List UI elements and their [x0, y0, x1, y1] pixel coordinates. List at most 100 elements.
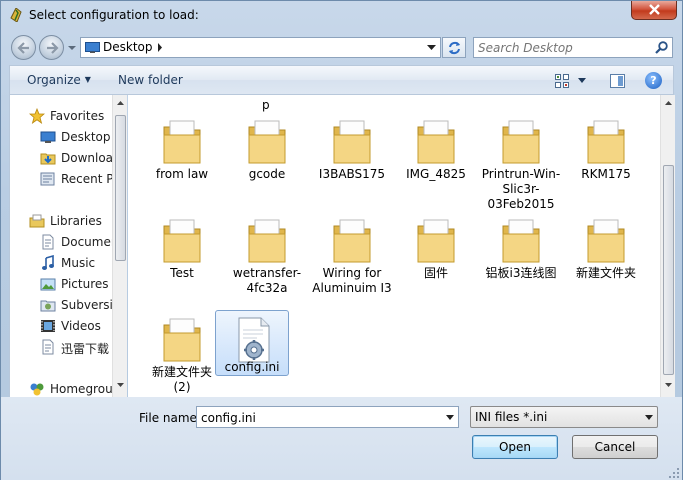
- file-open-dialog: Select configuration to load: Desktop Se…: [0, 0, 683, 480]
- new-folder-button[interactable]: New folder: [118, 73, 183, 87]
- forward-button[interactable]: [39, 35, 64, 60]
- folder-item[interactable]: 新建文件夹: [568, 214, 644, 294]
- chevron-down-icon: [645, 415, 653, 420]
- command-bar: Organize ▼ New folder ?: [9, 65, 674, 95]
- libraries-label: Libraries: [50, 214, 102, 228]
- chevron-down-icon[interactable]: [427, 45, 436, 51]
- file-name-label: 新建文件夹: [575, 266, 636, 280]
- folder-item[interactable]: IMG_4825: [398, 115, 474, 195]
- file-name-label: config.ini: [224, 360, 280, 374]
- app-icon: [10, 8, 22, 22]
- help-icon[interactable]: ?: [645, 72, 662, 89]
- folder-item[interactable]: I3BABS175: [314, 115, 390, 195]
- folder-item[interactable]: Wiring for Aluminuim I3: [312, 214, 392, 295]
- file-type-value: INI files *.ini: [475, 410, 548, 424]
- scroll-up-icon[interactable]: [117, 101, 124, 105]
- folder-item[interactable]: 新建文件夹 (2): [144, 313, 220, 394]
- folder-item[interactable]: gcode: [229, 115, 305, 195]
- file-name-label: 铝板i3连线图: [485, 266, 557, 280]
- address-location[interactable]: Desktop: [103, 40, 153, 54]
- folder-icon: [332, 117, 372, 165]
- folder-item[interactable]: 固件: [398, 214, 474, 294]
- address-row: Desktop: [1, 31, 682, 63]
- folder-icon: [586, 216, 626, 264]
- scrollbar-thumb[interactable]: [115, 115, 126, 261]
- scroll-down-icon[interactable]: [117, 383, 124, 387]
- open-button[interactable]: Open: [472, 435, 558, 459]
- file-item[interactable]: config.ini: [215, 310, 289, 376]
- folder-item[interactable]: from law: [144, 115, 220, 195]
- file-type-select[interactable]: INI files *.ini: [470, 406, 658, 428]
- preview-pane-button[interactable]: [610, 74, 625, 88]
- folder-icon: [586, 117, 626, 165]
- desktop-icon: [85, 42, 100, 53]
- recent-pages-dropdown[interactable]: [67, 44, 77, 52]
- thunder-downloads-icon: [42, 339, 54, 355]
- folder-item[interactable]: 铝板i3连线图: [483, 214, 559, 294]
- window-title: Select configuration to load:: [29, 8, 199, 22]
- folder-icon: [247, 117, 287, 165]
- folder-item[interactable]: Test: [144, 214, 220, 294]
- nav-item-label: Music: [61, 256, 96, 270]
- organize-menu-button[interactable]: Organize ▼: [27, 73, 91, 87]
- file-name-label: 固件: [423, 266, 448, 280]
- folder-icon: [416, 216, 456, 264]
- libraries-icon: [29, 214, 45, 228]
- file-name-label: gcode: [248, 167, 286, 181]
- chevron-down-icon: ▼: [84, 75, 91, 84]
- file-name-label: Test: [170, 266, 194, 280]
- folder-icon: [162, 315, 202, 363]
- file-pane-scrollbar[interactable]: [660, 95, 675, 397]
- desktop-icon: [40, 131, 56, 143]
- file-name-label: IMG_4825: [406, 167, 466, 181]
- resize-grip-icon[interactable]: [668, 467, 680, 479]
- folder-icon: [501, 216, 541, 264]
- change-view-icon[interactable]: [555, 74, 569, 88]
- downloads-icon: [40, 153, 56, 165]
- homegroup-icon: [30, 383, 44, 396]
- file-name-label: wetransfer-4fc32a: [232, 266, 302, 295]
- file-name-field[interactable]: [201, 410, 436, 425]
- nav-pane-scrollbar[interactable]: [112, 95, 127, 397]
- music-icon: [42, 255, 54, 270]
- file-name-label: File name:: [139, 411, 201, 425]
- subversion-icon: [40, 300, 56, 312]
- pictures-icon: [40, 278, 56, 291]
- organize-label: Organize: [27, 73, 81, 87]
- address-bar[interactable]: Desktop: [80, 37, 441, 58]
- back-button[interactable]: [11, 35, 36, 60]
- file-name-combobox[interactable]: [196, 406, 459, 428]
- view-options-dropdown[interactable]: [578, 78, 586, 83]
- folder-item[interactable]: wetransfer-4fc32a: [229, 214, 305, 295]
- close-button[interactable]: [631, 1, 677, 20]
- search-box[interactable]: [473, 37, 673, 58]
- cancel-button[interactable]: Cancel: [572, 435, 658, 459]
- folder-icon: [416, 117, 456, 165]
- scrollbar-thumb[interactable]: [663, 165, 674, 375]
- chevron-down-icon[interactable]: [446, 415, 454, 420]
- file-name-label: from law: [155, 167, 209, 181]
- file-name-label: Wiring for Aluminuim I3: [312, 266, 392, 295]
- ini-file-icon: [233, 316, 273, 364]
- folder-icon: [162, 216, 202, 264]
- search-icon[interactable]: [655, 41, 668, 54]
- scroll-down-icon[interactable]: [665, 383, 672, 387]
- close-icon: [649, 4, 660, 15]
- dialog-footer: File name: INI files *.ini Open Cancel: [1, 397, 682, 480]
- favorites-label: Favorites: [50, 109, 105, 123]
- nav-item-label: Videos: [61, 319, 101, 333]
- file-name-label: RKM175: [581, 167, 631, 181]
- forward-arrow-icon: [47, 42, 59, 54]
- folder-item[interactable]: RKM175: [568, 115, 644, 195]
- chevron-right-icon[interactable]: [157, 43, 163, 52]
- scroll-up-icon[interactable]: [665, 101, 672, 105]
- documents-icon: [42, 234, 54, 250]
- navigation-pane: Favorites Desktop Downloads Recent Place…: [9, 95, 127, 397]
- folder-icon: [332, 216, 372, 264]
- file-label-partial: p: [262, 98, 270, 112]
- title-bar[interactable]: Select configuration to load:: [1, 1, 682, 31]
- folder-item[interactable]: Printrun-Win-Slic3r-03Feb2015: [482, 115, 560, 211]
- back-arrow-icon: [17, 42, 29, 54]
- search-input[interactable]: [478, 40, 648, 55]
- refresh-button[interactable]: [442, 37, 466, 58]
